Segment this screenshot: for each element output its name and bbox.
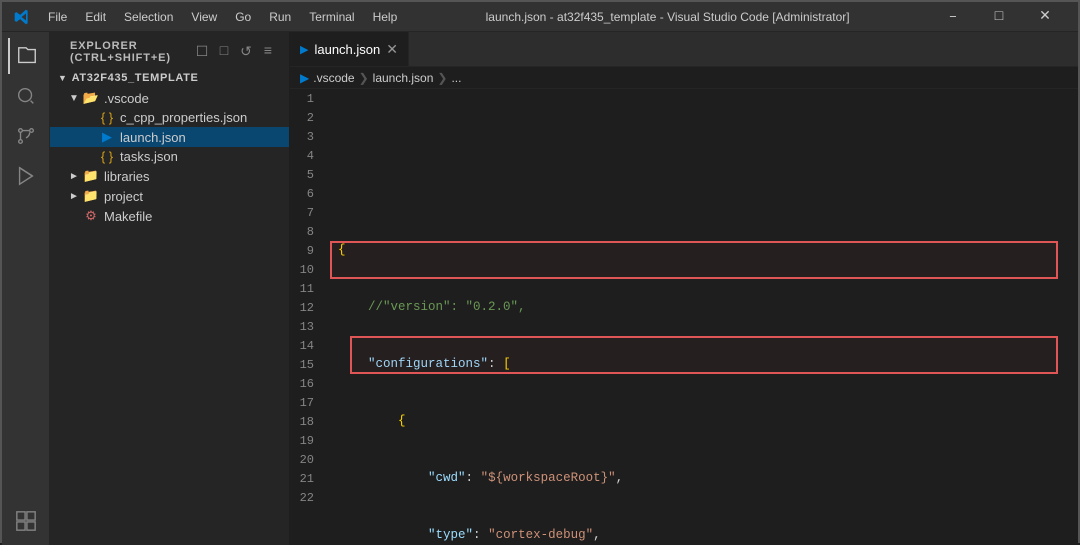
minimize-button[interactable]: ‒ (930, 2, 976, 32)
breadcrumb-sep2: ❯ (437, 71, 447, 85)
breadcrumb-ellipsis[interactable]: ... (451, 71, 461, 85)
cppprops-label: c_cpp_properties.json (120, 110, 247, 125)
tab-file-icon: ▶ (300, 43, 308, 56)
line-numbers: 1234 5678 9101112 13141516 17181920 2122 (290, 89, 330, 545)
project-root-label: AT32F435_TEMPLATE (72, 72, 199, 84)
sidebar-actions: ☐ □ ↺ ≡ (193, 43, 277, 61)
collapse-icon[interactable]: ≡ (259, 43, 277, 61)
menu-go[interactable]: Go (227, 7, 259, 27)
menu-bar: File Edit Selection View Go Run Terminal… (40, 7, 405, 27)
vscode-folder-label: .vscode (104, 91, 149, 106)
json-file-icon2: { } (98, 149, 116, 164)
menu-terminal[interactable]: Terminal (301, 7, 362, 27)
breadcrumb-sep1: ❯ (359, 71, 369, 85)
activity-bar-bottom (8, 503, 44, 545)
breadcrumb-vscode-label[interactable]: .vscode (313, 71, 354, 85)
json-file-icon: { } (98, 110, 116, 125)
search-icon[interactable] (8, 78, 44, 114)
folder-icon2: 📁 (82, 168, 100, 184)
code-line-5: "cwd": "${workspaceRoot}", (338, 469, 1078, 488)
source-control-icon[interactable] (8, 118, 44, 154)
refresh-icon[interactable]: ↺ (237, 43, 255, 61)
tab-launch-json[interactable]: ▶ launch.json ✕ (290, 32, 409, 66)
new-folder-icon[interactable]: □ (215, 43, 233, 61)
tab-label: launch.json (314, 42, 380, 57)
chevron-down-icon: ▼ (66, 93, 82, 104)
code-line-4: { (338, 412, 1078, 431)
chevron-right-icon2: ► (66, 191, 82, 202)
sidebar-item-project[interactable]: ► 📁 project (50, 186, 289, 206)
code-line-6: "type": "cortex-debug", (338, 526, 1078, 545)
menu-selection[interactable]: Selection (116, 7, 181, 27)
menu-edit[interactable]: Edit (77, 7, 114, 27)
sidebar-item-makefile[interactable]: ⚙ Makefile (50, 206, 289, 226)
activity-bar (2, 32, 50, 545)
explorer-icon[interactable] (8, 38, 44, 74)
editor-area: ▶ launch.json ✕ ▶ .vscode ❯ launch.json … (290, 32, 1078, 545)
folder-icon3: 📁 (82, 188, 100, 204)
sidebar-item-tasks[interactable]: { } tasks.json (50, 147, 289, 166)
menu-help[interactable]: Help (365, 7, 406, 27)
sidebar-item-launch[interactable]: ▶ launch.json (50, 127, 289, 147)
new-file-icon[interactable]: ☐ (193, 43, 211, 61)
breadcrumb-launch[interactable]: launch.json (373, 71, 434, 85)
run-debug-icon[interactable] (8, 158, 44, 194)
tasks-label: tasks.json (120, 149, 178, 164)
tab-close-button[interactable]: ✕ (386, 41, 398, 58)
code-line-1: { (338, 241, 1078, 260)
code-line-3: "configurations": [ (338, 355, 1078, 374)
vscode-logo (12, 7, 32, 27)
libraries-label: libraries (104, 169, 150, 184)
breadcrumb: ▶ .vscode ❯ launch.json ❯ ... (290, 67, 1078, 89)
maximize-button[interactable]: □ (976, 2, 1022, 32)
extensions-icon[interactable] (8, 503, 44, 539)
close-button[interactable]: ✕ (1022, 2, 1068, 32)
code-content[interactable]: { //"version": "0.2.0", "configurations"… (330, 89, 1078, 545)
sidebar-item-cppprops[interactable]: { } c_cpp_properties.json (50, 108, 289, 127)
menu-view[interactable]: View (183, 7, 225, 27)
folder-icon: 📂 (82, 90, 100, 106)
sidebar-header: Explorer (Ctrl+Shift+E) ☐ □ ↺ ≡ (50, 32, 289, 68)
sidebar-item-vscode[interactable]: ▼ 📂 .vscode (50, 88, 289, 108)
sidebar: Explorer (Ctrl+Shift+E) ☐ □ ↺ ≡ ▼ AT32F4… (50, 32, 290, 545)
menu-run[interactable]: Run (261, 7, 299, 27)
tab-bar: ▶ launch.json ✕ (290, 32, 1078, 67)
launch-label: launch.json (120, 130, 186, 145)
title-bar: File Edit Selection View Go Run Terminal… (2, 2, 1078, 32)
project-label: project (104, 189, 143, 204)
explorer-section[interactable]: ▼ AT32F435_TEMPLATE (50, 68, 289, 88)
sidebar-item-libraries[interactable]: ► 📁 libraries (50, 166, 289, 186)
vscode-file-icon: ▶ (98, 129, 116, 145)
window-controls: ‒ □ ✕ (930, 2, 1068, 32)
sidebar-title: Explorer (Ctrl+Shift+E) (70, 40, 193, 64)
main-layout: Explorer (Ctrl+Shift+E) ☐ □ ↺ ≡ ▼ AT32F4… (2, 32, 1078, 545)
makefile-label: Makefile (104, 209, 152, 224)
make-file-icon: ⚙ (82, 208, 100, 224)
breadcrumb-vscode[interactable]: ▶ (300, 71, 309, 85)
window-title: launch.json - at32f435_template - Visual… (405, 10, 930, 24)
menu-file[interactable]: File (40, 7, 75, 27)
chevron-right-icon: ► (66, 171, 82, 182)
code-editor[interactable]: 1234 5678 9101112 13141516 17181920 2122… (290, 89, 1078, 545)
code-line-2: //"version": "0.2.0", (338, 298, 1078, 317)
